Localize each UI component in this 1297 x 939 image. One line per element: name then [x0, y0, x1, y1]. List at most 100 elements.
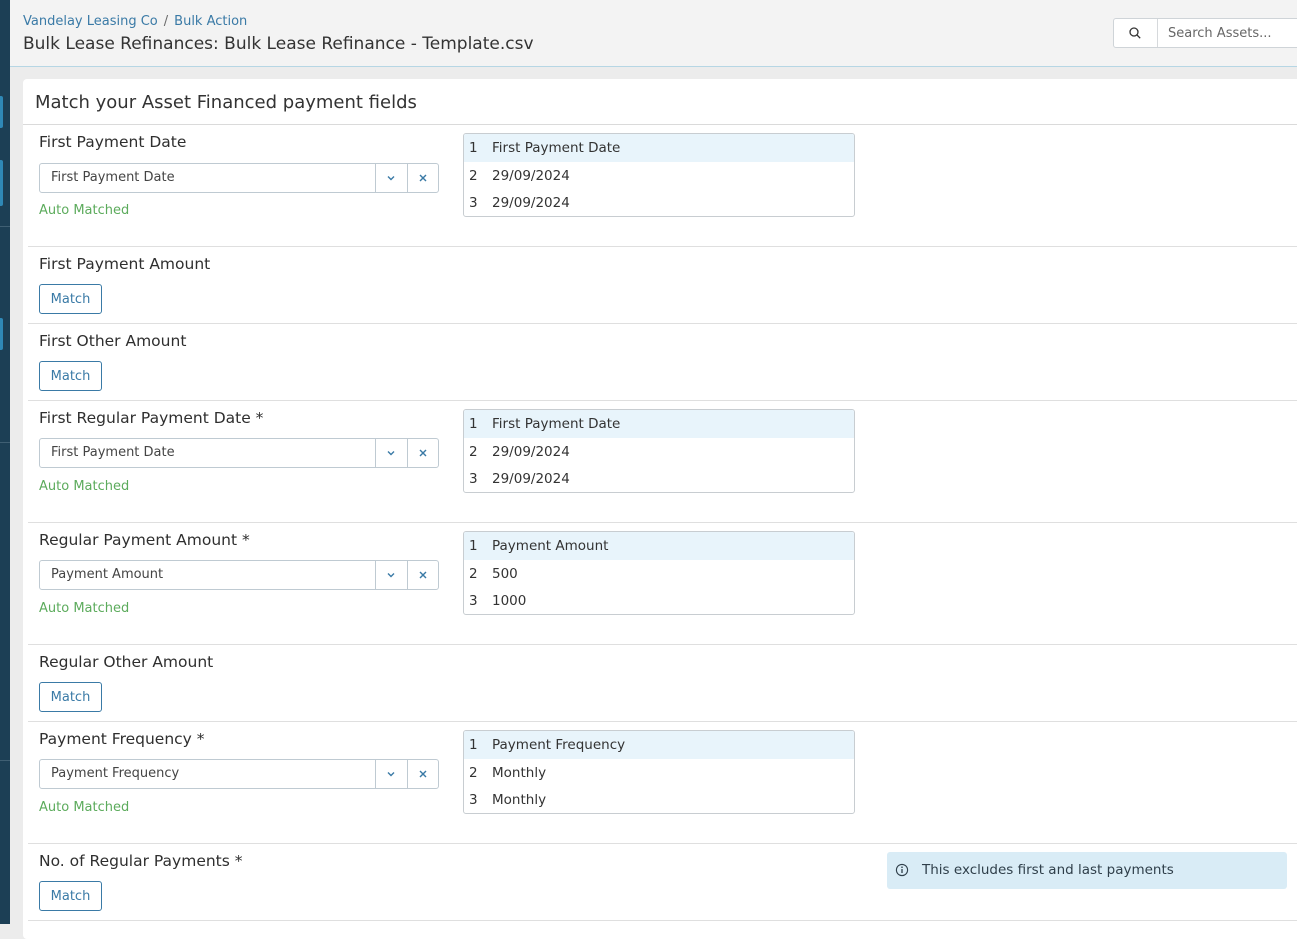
column-select[interactable]: Payment Frequency [39, 759, 439, 789]
field-divider [28, 400, 1297, 401]
dropdown-toggle[interactable] [375, 561, 408, 589]
card-title: Match your Asset Financed payment fields [35, 92, 417, 113]
field-label: First Payment Amount [39, 255, 211, 273]
field-label: First Payment Date [39, 133, 187, 151]
info-note: This excludes first and last payments [887, 852, 1287, 889]
row-value: 29/09/2024 [492, 444, 570, 460]
field-divider [28, 323, 1297, 324]
clear-selection-button[interactable] [407, 760, 439, 788]
column-select[interactable]: First Payment Date [39, 163, 439, 193]
auto-matched-label: Auto Matched [39, 601, 130, 616]
match-button[interactable]: Match [39, 682, 102, 712]
clear-selection-button[interactable] [407, 439, 439, 467]
close-icon [419, 571, 427, 579]
preview-row: 3 29/09/2024 [464, 465, 854, 492]
auto-matched-label: Auto Matched [39, 800, 130, 815]
chevron-down-icon [387, 176, 395, 181]
row-number: 3 [469, 471, 478, 487]
row-value: Payment Frequency [492, 737, 626, 753]
column-preview: 1 First Payment Date 2 29/09/2024 3 29/09/2… [463, 133, 855, 217]
breadcrumb-separator: / [163, 14, 169, 29]
preview-row: 3 1000 [464, 587, 854, 614]
preview-row: 2 29/09/2024 [464, 162, 854, 189]
field-label: Regular Payment Amount * [39, 531, 250, 549]
field-label: Payment Frequency * [39, 730, 205, 748]
match-button[interactable]: Match [39, 284, 102, 314]
row-value: First Payment Date [492, 416, 621, 432]
preview-row: 2 Monthly [464, 759, 854, 786]
search-input[interactable] [1158, 19, 1297, 47]
clear-selection-button[interactable] [407, 164, 439, 192]
rail-separator [0, 760, 10, 761]
column-preview: 1 First Payment Date 2 29/09/2024 3 29/09/2… [463, 409, 855, 493]
match-button[interactable]: Match [39, 361, 102, 391]
preview-row: 2 500 [464, 560, 854, 587]
field-divider [28, 644, 1297, 645]
field-divider [28, 920, 1297, 921]
page-header: Vandelay Leasing Co / Bulk Action Bulk Lea… [10, 0, 1297, 67]
field-divider [28, 246, 1297, 247]
column-preview: 1 Payment Frequency 2 Monthly 3 Monthly [463, 730, 855, 814]
search-box [1113, 18, 1297, 48]
column-select[interactable]: First Payment Date [39, 438, 439, 468]
search-icon [1129, 27, 1141, 39]
selected-column: First Payment Date [51, 445, 175, 460]
breadcrumb-company-link[interactable]: Vandelay Leasing Co [23, 14, 158, 29]
row-value: Monthly [492, 792, 547, 808]
preview-row: 3 29/09/2024 [464, 189, 854, 216]
match-fields-card: Match your Asset Financed payment fields… [23, 79, 1297, 939]
selected-column: First Payment Date [51, 170, 175, 185]
rail-separator [0, 442, 10, 443]
preview-row: 1 Payment Amount [464, 532, 854, 560]
match-button[interactable]: Match [39, 881, 102, 911]
field-divider [28, 843, 1297, 844]
column-select[interactable]: Payment Amount [39, 560, 439, 590]
dropdown-toggle[interactable] [375, 164, 408, 192]
selected-column: Payment Frequency [51, 766, 180, 781]
close-icon [419, 174, 427, 182]
chevron-down-icon [387, 772, 395, 777]
info-text: This excludes first and last payments [922, 862, 1174, 878]
card-title-divider [23, 124, 1297, 125]
row-number: 2 [469, 765, 478, 781]
column-preview: 1 Payment Amount 2 500 3 1000 [463, 531, 855, 615]
preview-row: 1 First Payment Date [464, 410, 854, 438]
rail-indicator [0, 160, 3, 206]
row-number: 1 [469, 140, 478, 156]
preview-row: 1 Payment Frequency [464, 731, 854, 759]
rail-separator [0, 226, 10, 227]
field-divider [28, 522, 1297, 523]
rail-indicator [0, 96, 3, 128]
row-value: 500 [492, 566, 518, 582]
row-number: 3 [469, 195, 478, 211]
dropdown-toggle[interactable] [375, 760, 408, 788]
preview-row: 2 29/09/2024 [464, 438, 854, 465]
page-title: Bulk Lease Refinances: Bulk Lease Refina… [23, 34, 534, 54]
row-number: 2 [469, 444, 478, 460]
row-number: 1 [469, 538, 478, 554]
clear-selection-button[interactable] [407, 561, 439, 589]
search-button[interactable] [1114, 19, 1158, 47]
row-number: 1 [469, 416, 478, 432]
row-number: 3 [469, 792, 478, 808]
row-value: 1000 [492, 593, 527, 609]
row-number: 3 [469, 593, 478, 609]
field-label: No. of Regular Payments * [39, 852, 243, 870]
row-value: 29/09/2024 [492, 471, 570, 487]
close-icon [419, 770, 427, 778]
row-number: 2 [469, 168, 478, 184]
selected-column: Payment Amount [51, 567, 164, 582]
field-label: First Regular Payment Date * [39, 409, 264, 427]
close-icon [419, 449, 427, 457]
row-value: 29/09/2024 [492, 168, 570, 184]
field-label: Regular Other Amount [39, 653, 214, 671]
row-number: 1 [469, 737, 478, 753]
auto-matched-label: Auto Matched [39, 479, 130, 494]
row-number: 2 [469, 566, 478, 582]
breadcrumb-section-link[interactable]: Bulk Action [174, 14, 247, 29]
field-divider [28, 721, 1297, 722]
breadcrumb: Vandelay Leasing Co / Bulk Action [23, 14, 247, 29]
dropdown-toggle[interactable] [375, 439, 408, 467]
preview-row: 3 Monthly [464, 786, 854, 813]
row-value: Payment Amount [492, 538, 609, 554]
